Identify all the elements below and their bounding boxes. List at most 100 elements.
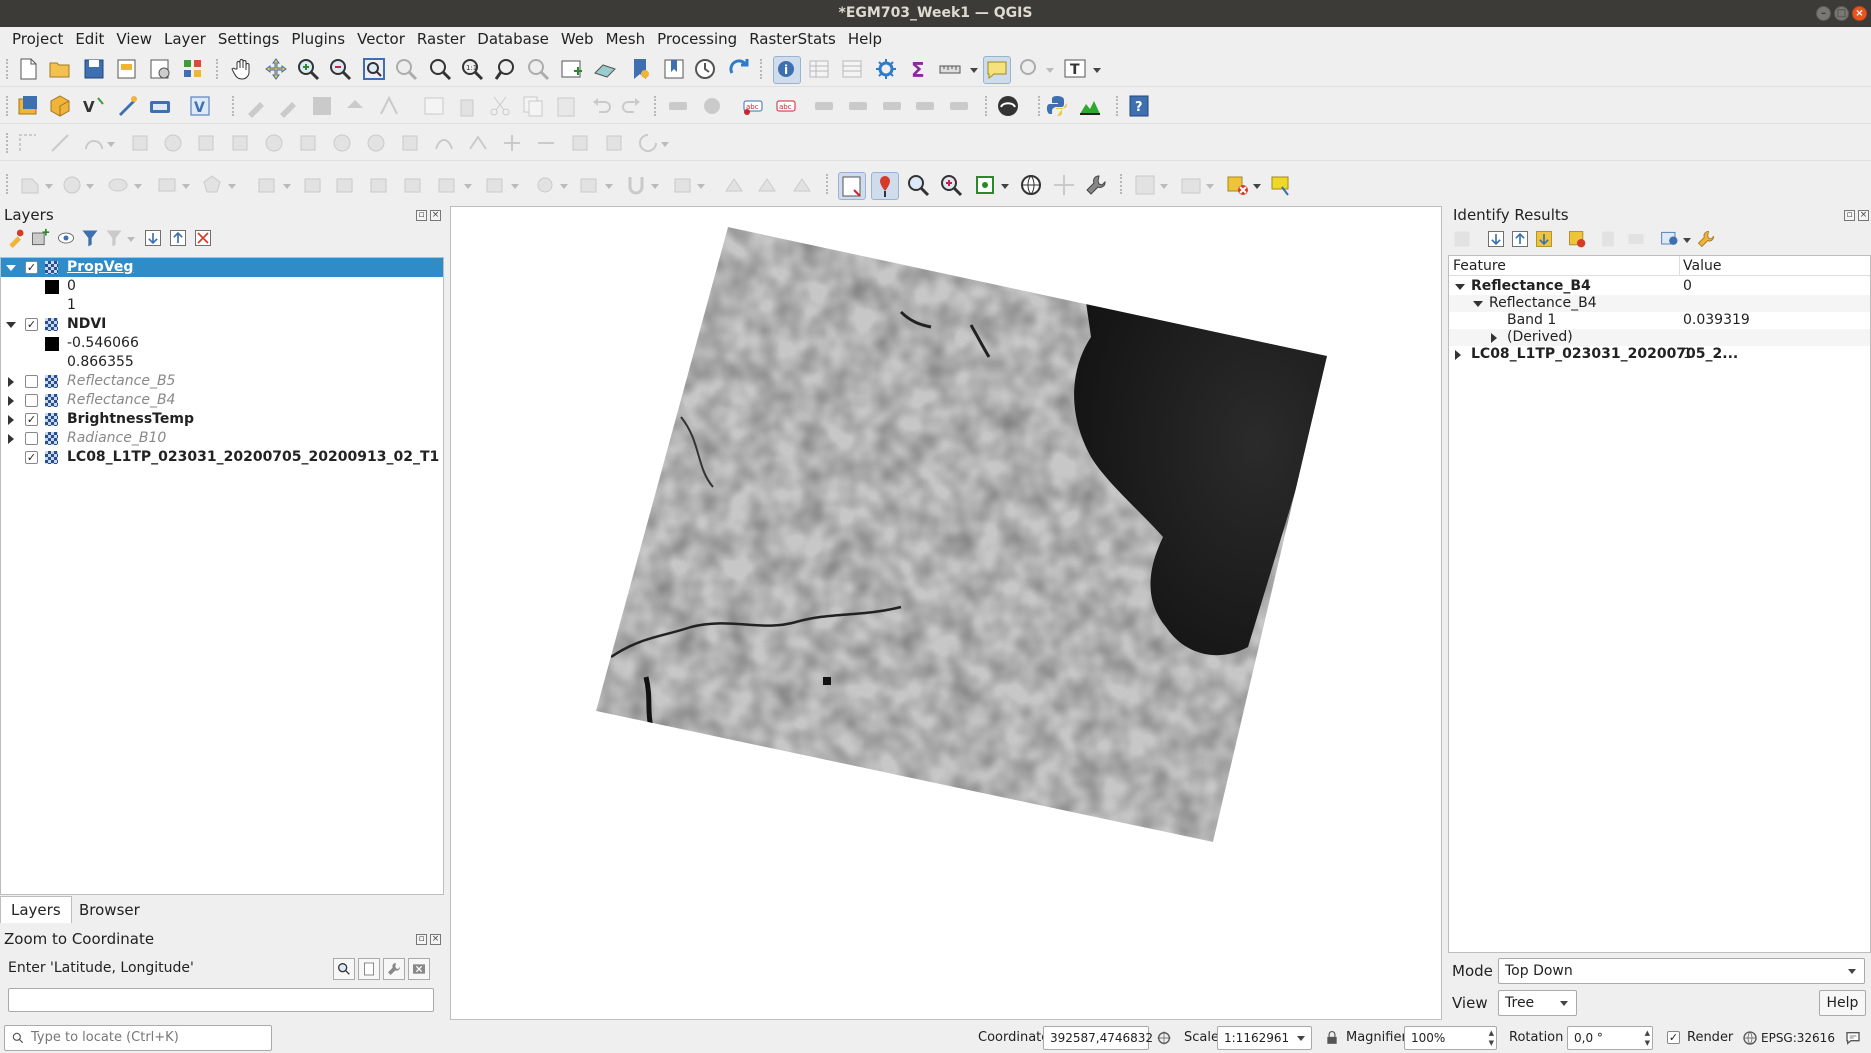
layer-visibility-checkbox[interactable]: ✓ bbox=[25, 318, 38, 331]
annotation-dropdown-icon[interactable] bbox=[1093, 68, 1101, 73]
layer-visibility-checkbox[interactable] bbox=[25, 432, 38, 445]
expand-arrow-icon[interactable] bbox=[8, 377, 14, 387]
selection-dropdown-icon[interactable] bbox=[464, 184, 472, 189]
rotate-dropdown-icon[interactable] bbox=[661, 142, 669, 147]
field-calculator-icon[interactable] bbox=[840, 57, 864, 81]
collapse-all-icon[interactable] bbox=[168, 228, 188, 248]
legend-item[interactable]: 1 bbox=[1, 296, 443, 315]
add-rectangle-icon[interactable] bbox=[155, 173, 179, 197]
panel-close-icon[interactable]: × bbox=[430, 210, 441, 221]
layer-row[interactable]: ✓ BrightnessTemp bbox=[1, 410, 443, 429]
toolbar-handle[interactable] bbox=[6, 174, 10, 194]
select-dropdown-icon[interactable] bbox=[1046, 68, 1054, 73]
redo-icon[interactable] bbox=[620, 94, 644, 118]
coordinate-capture-icon[interactable] bbox=[1052, 173, 1076, 197]
temporal-controller-icon[interactable] bbox=[693, 57, 717, 81]
split-features-icon[interactable] bbox=[534, 131, 558, 155]
column-divider[interactable] bbox=[1679, 256, 1680, 276]
select-by-location-icon[interactable] bbox=[1018, 57, 1042, 81]
ellipse-dropdown-icon[interactable] bbox=[134, 184, 142, 189]
add-regular-polygon-icon[interactable] bbox=[200, 173, 224, 197]
vertex-tool-icon[interactable] bbox=[377, 94, 401, 118]
menu-project[interactable]: Project bbox=[6, 27, 69, 51]
highlight-features-icon[interactable] bbox=[1270, 173, 1294, 197]
crs-label[interactable]: EPSG:32616 bbox=[1761, 1031, 1835, 1045]
layer-row[interactable]: ✓ LC08_L1TP_023031_20200705_20200913_02_T… bbox=[1, 448, 443, 467]
filter-by-expression-icon[interactable] bbox=[104, 228, 124, 248]
paste-features-icon[interactable] bbox=[554, 94, 578, 118]
refresh-icon[interactable] bbox=[727, 57, 751, 81]
close-button[interactable]: × bbox=[1852, 6, 1867, 21]
open-layer-styling-icon[interactable] bbox=[6, 228, 26, 248]
expand-arrow-icon[interactable] bbox=[8, 434, 14, 444]
undock-icon[interactable]: ▫ bbox=[416, 210, 427, 221]
menu-edit[interactable]: Edit bbox=[69, 27, 110, 51]
undo-icon[interactable] bbox=[589, 94, 613, 118]
remove-selection-icon[interactable] bbox=[1226, 173, 1250, 197]
save-project-icon[interactable] bbox=[82, 57, 106, 81]
digitize-dropdown-icon[interactable] bbox=[107, 142, 115, 147]
show-bookmarks-icon[interactable] bbox=[662, 57, 686, 81]
select-all-icon[interactable] bbox=[334, 173, 358, 197]
messages-icon[interactable] bbox=[1843, 1029, 1863, 1047]
add-circle-icon[interactable] bbox=[60, 173, 84, 197]
add-ring-icon[interactable] bbox=[262, 131, 286, 155]
offset-curve-icon[interactable] bbox=[432, 131, 456, 155]
legend-item[interactable]: 0 bbox=[1, 277, 443, 296]
identify-mode-icon[interactable] bbox=[1660, 229, 1680, 249]
pan-to-selection-icon[interactable] bbox=[264, 57, 288, 81]
label-tool-icon[interactable]: abc bbox=[741, 94, 765, 118]
toolbar-handle[interactable] bbox=[760, 59, 764, 79]
pin-point-icon[interactable] bbox=[871, 172, 899, 200]
add-feature-icon[interactable] bbox=[343, 94, 367, 118]
expand-arrow-icon[interactable] bbox=[8, 415, 14, 425]
panel-close-icon[interactable]: × bbox=[1858, 210, 1869, 221]
layer-row[interactable]: Reflectance_B4 bbox=[1, 391, 443, 410]
toolbar-handle[interactable] bbox=[1038, 96, 1042, 116]
identify-mode-dropdown-icon[interactable] bbox=[1683, 238, 1691, 243]
new-shapefile-layer-icon[interactable]: V bbox=[82, 94, 106, 118]
select-features-raster-icon[interactable] bbox=[838, 172, 866, 200]
rotate-label-icon[interactable] bbox=[913, 94, 937, 118]
remove-layer-icon[interactable] bbox=[193, 228, 213, 248]
zoom-in-icon[interactable] bbox=[296, 57, 320, 81]
menu-help[interactable]: Help bbox=[842, 27, 888, 51]
identify-features-icon[interactable]: i bbox=[773, 56, 801, 84]
expand-all-icon[interactable] bbox=[143, 228, 163, 248]
render-checkbox[interactable]: ✓ bbox=[1667, 1031, 1680, 1044]
delete-ring-icon[interactable] bbox=[364, 131, 388, 155]
topology-check-icon[interactable] bbox=[672, 173, 696, 197]
select-by-expression-icon[interactable] bbox=[302, 173, 326, 197]
rotate-feature-icon[interactable] bbox=[161, 131, 185, 155]
identify-row[interactable]: Reflectance_B4 0 bbox=[1449, 278, 1870, 295]
expand-arrow-icon[interactable] bbox=[1491, 333, 1497, 343]
help-contents-icon[interactable]: ? bbox=[1127, 94, 1151, 118]
layer-labeling-icon[interactable] bbox=[666, 94, 690, 118]
layer-row[interactable]: ✓ PropVeg bbox=[1, 258, 443, 277]
deselect-dropdown-icon[interactable] bbox=[511, 184, 519, 189]
layer-visibility-checkbox[interactable]: ✓ bbox=[25, 261, 38, 274]
cut-features-icon[interactable] bbox=[488, 94, 512, 118]
layer-visibility-checkbox[interactable] bbox=[25, 375, 38, 388]
spinbox-arrows-icon[interactable]: ▲ ▼ bbox=[1489, 1028, 1494, 1048]
tab-layers[interactable]: Layers bbox=[0, 896, 72, 923]
collapse-arrow-icon[interactable] bbox=[1473, 301, 1483, 307]
deselect-layer-icon[interactable] bbox=[484, 173, 508, 197]
move-label-icon[interactable] bbox=[880, 94, 904, 118]
expand-new-results-icon[interactable] bbox=[1534, 229, 1554, 249]
clear-results-icon[interactable] bbox=[1567, 229, 1587, 249]
show-hide-labels-icon[interactable] bbox=[846, 94, 870, 118]
polygon-dropdown-icon[interactable] bbox=[228, 184, 236, 189]
menu-layer[interactable]: Layer bbox=[158, 27, 212, 51]
layout-manager-icon[interactable] bbox=[148, 57, 172, 81]
legend-item[interactable]: 0.866355 bbox=[1, 353, 443, 372]
copy-features-icon[interactable] bbox=[521, 94, 545, 118]
feature-column-header[interactable]: Feature bbox=[1453, 258, 1506, 274]
menu-rasterstats[interactable]: RasterStats bbox=[743, 27, 842, 51]
open-project-icon[interactable] bbox=[48, 57, 72, 81]
coordinate-input[interactable] bbox=[8, 988, 434, 1012]
text-annotation-icon[interactable]: T bbox=[1063, 57, 1087, 81]
menu-view[interactable]: View bbox=[110, 27, 158, 51]
trace-dropdown-icon[interactable] bbox=[605, 184, 613, 189]
toolbar-handle[interactable] bbox=[654, 96, 658, 116]
